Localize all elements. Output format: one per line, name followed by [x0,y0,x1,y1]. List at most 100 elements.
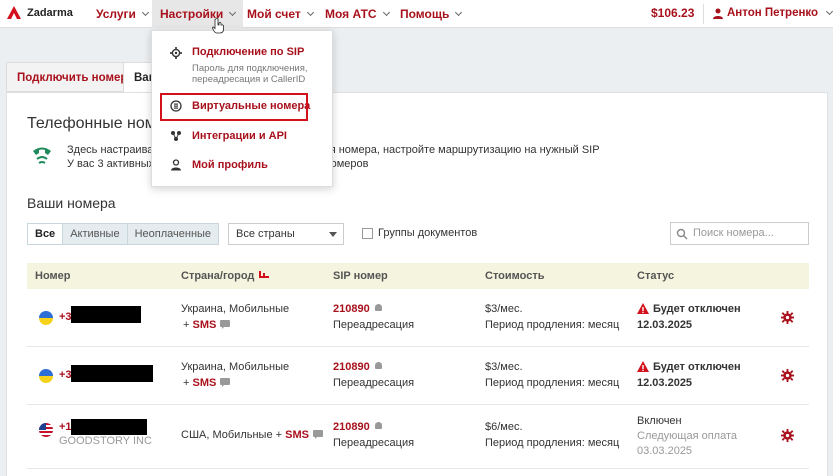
country-city: Украина, Мобильные [181,303,290,315]
nav-my-account[interactable]: Мой счет [247,0,314,28]
sms-plus: + [183,319,190,331]
page-title: Телефонные номе [27,115,165,132]
phone-number[interactable]: +3 [59,311,72,323]
phone-icon [33,147,51,164]
col-status[interactable]: Статус [637,263,674,289]
integrations-icon [171,131,181,141]
sip-number[interactable]: 210890 [333,303,370,315]
search-icon [676,228,688,240]
country-select[interactable]: Все страны [228,223,344,245]
gear-icon[interactable] [781,369,794,382]
country-label: США, Мобильные + [181,429,283,441]
chevron-down-icon [826,7,833,16]
country-city: Украина, Мобильные [181,361,290,373]
nav-settings[interactable]: Настройки [152,0,244,28]
menu-item-desc-2: переадресация и CallerID [192,74,306,85]
sip-number[interactable]: 210890 [333,421,370,433]
android-icon [374,422,382,429]
sms-label[interactable]: SMS [285,429,309,441]
price: $3/мес. [485,303,523,315]
sip-number-cell: 210890 [333,361,383,373]
renewal-period: Период продления: месяц [485,437,620,449]
warning-icon [637,361,649,372]
gear-icon [170,47,182,59]
highlight-box [160,93,308,121]
main-card: Телефонные номе Здесь настраиван имя ном… [6,92,828,476]
sort-icon [259,271,270,278]
status-text: Будет отключен [653,361,741,373]
col-number[interactable]: Номер [35,263,71,289]
gear-icon[interactable] [781,311,794,324]
info-text-1: Здесь настраиван [67,144,160,156]
flag-ua-icon [39,311,53,325]
top-nav: Zadarma Услуги Настройки Мой счет Моя АТ… [0,0,833,28]
phone-number[interactable]: +1 [59,421,72,433]
sip-number-cell: 210890 [333,421,383,433]
chevron-down-icon [306,8,314,17]
section-title: Ваши номера [27,195,116,211]
group-docs-label: Группы документов [378,227,478,239]
filter-unpaid[interactable]: Неоплаченные [128,224,218,244]
logo-text: Zadarma [27,7,73,19]
nav-my-account-label: Мой счет [247,7,301,21]
sms-plus: + [183,377,190,389]
table-row: +3 Украина, Мобильные + SMS 210890 Переа… [27,347,809,405]
tab-connect-number[interactable]: Подключить номер [6,62,139,92]
sip-number[interactable]: 210890 [333,361,370,373]
menu-item-my-profile[interactable]: Мой профиль [152,156,334,178]
redacted-number [71,419,147,435]
status-filter: Все Активные Неоплаченные [27,223,220,245]
menu-item-integrations[interactable]: Интеграции и API [152,127,334,149]
col-country[interactable]: Страна/город [181,263,270,289]
col-sip[interactable]: SIP номер [333,263,388,289]
table-row: +3 Украина, Мобильные + SMS 210890 Переа… [27,289,809,347]
divider [703,4,704,24]
next-payment-date: 03.03.2025 [637,445,693,457]
gear-icon[interactable] [781,429,794,442]
status-date: 12.03.2025 [637,319,693,331]
menu-item-label: Мой профиль [192,159,268,171]
renewal-period: Период продления: месяц [485,319,620,331]
renewal-period: Период продления: месяц [485,377,620,389]
sms-feature: + SMS [183,319,231,331]
group-docs-checkbox[interactable] [362,228,373,239]
filter-all[interactable]: Все [28,224,64,244]
flag-us-icon [39,423,53,437]
sms-label[interactable]: SMS [193,319,217,331]
android-icon [374,304,382,311]
sip-forwarding: Переадресация [333,377,415,389]
redacted-number [71,365,153,382]
search-input[interactable]: Поиск номера... [670,222,809,245]
table-row: +1 GOODSTORY INC США, Мобильные + SMS 21… [27,405,809,469]
nav-help-label: Помощь [400,7,450,21]
hand-cursor-icon [212,18,224,34]
menu-item-label: Интеграции и API [192,130,287,142]
message-icon [220,378,231,387]
table-header: Номер Страна/город SIP номер Стоимость С… [27,263,809,289]
profile-icon [171,159,181,171]
chevron-down-icon [141,8,149,17]
account-balance[interactable]: $106.23 [651,0,694,26]
col-cost[interactable]: Стоимость [485,263,545,289]
sip-forwarding: Переадресация [333,437,415,449]
sms-label[interactable]: SMS [193,377,217,389]
status-text: Будет отключен [653,303,741,315]
settings-dropdown: Подключение по SIP Пароль для подключени… [151,30,333,187]
filter-active[interactable]: Активные [63,224,128,244]
nav-my-pbx-label: Моя АТС [325,7,377,21]
flag-ua-icon [39,369,53,383]
next-payment-label: Следующая оплата [637,430,737,442]
user-icon [713,8,723,19]
chevron-down-icon [229,8,237,17]
menu-item-sip-connection[interactable]: Подключение по SIP Пароль для подключени… [152,43,334,89]
user-name: Антон Петренко [727,7,819,19]
logo[interactable]: Zadarma [6,5,73,21]
col-country-label: Страна/город [181,270,255,282]
user-menu[interactable]: Антон Петренко [713,0,833,26]
nav-services[interactable]: Услуги [96,0,149,28]
nav-my-pbx[interactable]: Моя АТС [325,0,390,28]
phone-number[interactable]: +3 [59,369,72,381]
price: $3/мес. [485,361,523,373]
nav-help[interactable]: Помощь [400,0,463,28]
info-text-2: У вас 3 активных [67,158,155,170]
